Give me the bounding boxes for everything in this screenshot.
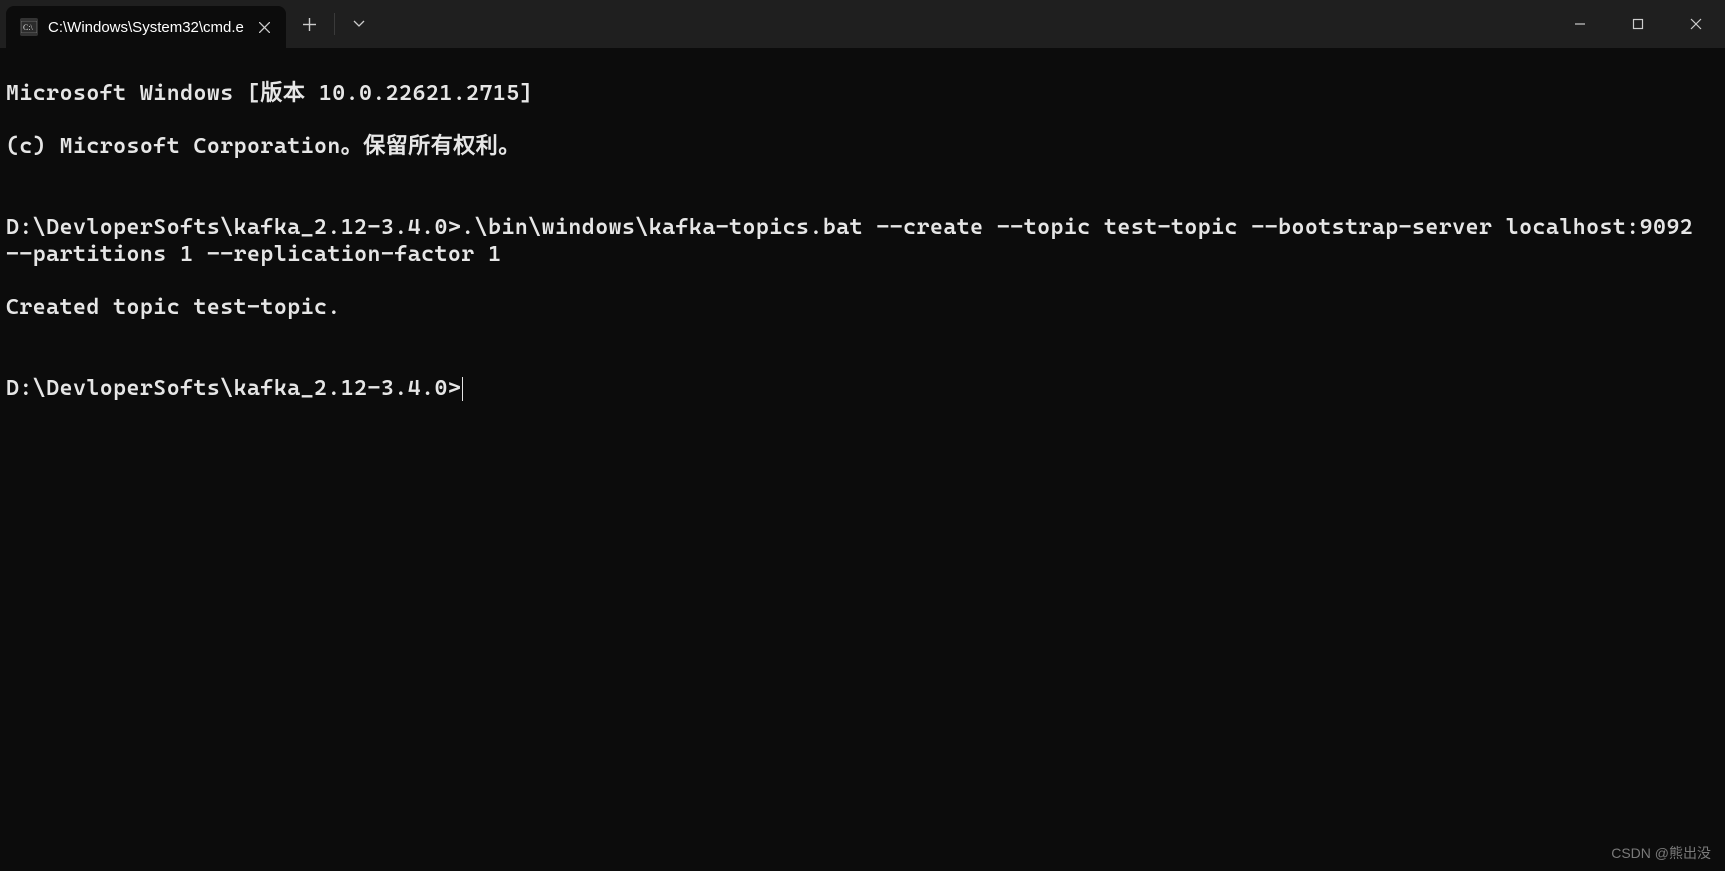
tab-actions [286, 0, 383, 48]
terminal-line: Created topic test-topic. [6, 295, 1719, 322]
terminal-prompt: D:\DevloperSofts\kafka_2.12-3.4.0> [6, 376, 461, 401]
maximize-button[interactable] [1609, 0, 1667, 48]
tab-close-button[interactable] [254, 16, 276, 38]
cursor [462, 377, 463, 401]
terminal-line: D:\DevloperSofts\kafka_2.12-3.4.0>.\bin\… [6, 215, 1719, 269]
minimize-button[interactable] [1551, 0, 1609, 48]
window-controls [1551, 0, 1725, 48]
titlebar-drag-region[interactable] [383, 0, 1551, 48]
tab-divider [334, 13, 335, 35]
window-close-button[interactable] [1667, 0, 1725, 48]
chevron-down-icon [353, 20, 365, 28]
tab-dropdown-button[interactable] [341, 6, 377, 42]
tab-title: C:\Windows\System32\cmd.e [48, 19, 244, 36]
cmd-icon: C:\ [20, 18, 38, 36]
new-tab-button[interactable] [292, 6, 328, 42]
maximize-icon [1632, 18, 1644, 30]
close-icon [259, 22, 270, 33]
terminal-line: Microsoft Windows [版本 10.0.22621.2715] [6, 81, 1719, 108]
plus-icon [303, 18, 316, 31]
terminal-output[interactable]: Microsoft Windows [版本 10.0.22621.2715] (… [0, 48, 1725, 871]
titlebar: C:\ C:\Windows\System32\cmd.e [0, 0, 1725, 48]
svg-text:C:\: C:\ [23, 23, 34, 32]
close-icon [1690, 18, 1702, 30]
watermark: CSDN @熊出没 [1611, 843, 1711, 863]
terminal-line: (c) Microsoft Corporation。保留所有权利。 [6, 134, 1719, 161]
minimize-icon [1574, 18, 1586, 30]
tabs-region: C:\ C:\Windows\System32\cmd.e [0, 0, 286, 48]
tab-active[interactable]: C:\ C:\Windows\System32\cmd.e [6, 6, 286, 48]
